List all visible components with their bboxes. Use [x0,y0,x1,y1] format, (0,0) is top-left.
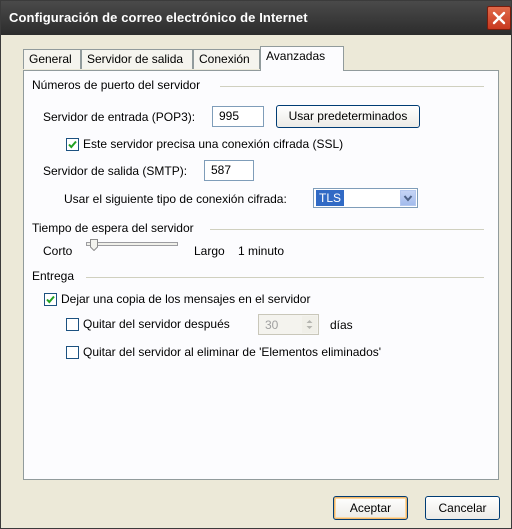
tab-label: Avanzadas [266,49,326,63]
cancel-button[interactable]: Cancelar [425,496,500,520]
tab-connection[interactable]: Conexión [193,49,260,69]
spin-buttons[interactable] [302,316,317,333]
ports-group-label: Números de puerto del servidor [32,78,201,92]
ok-button[interactable]: Aceptar [333,496,408,520]
encryption-type-value: TLS [316,190,345,206]
remove-deleted-label: Quitar del servidor al eliminar de 'Elem… [83,345,382,359]
incoming-port-label: Servidor de entrada (POP3): [43,110,196,124]
delivery-group-label: Entrega [32,269,75,283]
days-label: días [330,318,353,332]
timeout-long-label: Largo [194,244,225,258]
tab-advanced[interactable]: Avanzadas [260,46,344,71]
group-divider [86,277,484,278]
ssl-checkbox[interactable] [66,138,79,151]
remove-after-days-field[interactable]: 30 [258,314,319,335]
keep-copy-label: Dejar una copia de los mensajes en el se… [61,292,311,306]
outgoing-port-label: Servidor de salida (SMTP): [43,164,188,178]
timeout-short-label: Corto [43,244,73,258]
remove-deleted-checkbox[interactable] [66,346,79,359]
remove-after-label: Quitar del servidor después [83,317,230,331]
window-title: Configuración de correo electrónico de I… [9,10,308,25]
encryption-type-label: Usar el siguiente tipo de conexión cifra… [64,192,287,206]
timeout-group-label: Tiempo de espera del servidor [32,221,194,235]
tab-label: General [29,52,72,66]
title-bar: Configuración de correo electrónico de I… [1,1,511,35]
group-divider [210,229,484,230]
outgoing-port-field[interactable]: 587 [204,160,254,181]
tab-outgoing-server[interactable]: Servidor de salida [81,49,193,69]
tab-panel-advanced: Números de puerto del servidor Servidor … [23,70,499,480]
tab-label: Servidor de salida [87,52,184,66]
group-divider [220,86,484,87]
checkmark-icon [68,140,77,149]
keep-copy-checkbox[interactable] [44,293,57,306]
slider-thumb[interactable] [90,239,98,252]
chevron-down-icon[interactable] [400,190,416,206]
use-defaults-button[interactable]: Usar predeterminados [276,105,420,128]
timeout-value-text: 1 minuto [238,244,285,258]
timeout-slider[interactable] [86,239,178,255]
spin-arrows-icon [306,320,313,329]
tab-general[interactable]: General [23,49,81,69]
dialog-window: Configuración de correo electrónico de I… [0,0,512,529]
ssl-label: Este servidor precisa una conexión cifra… [83,137,344,151]
close-button[interactable] [487,6,511,30]
tab-label: Conexión [199,52,250,66]
encryption-type-select[interactable]: TLS [313,188,418,208]
remove-after-checkbox[interactable] [66,318,79,331]
incoming-port-field[interactable]: 995 [212,106,264,127]
days-value: 30 [265,318,279,332]
close-icon [492,11,506,25]
checkmark-icon [46,295,55,304]
